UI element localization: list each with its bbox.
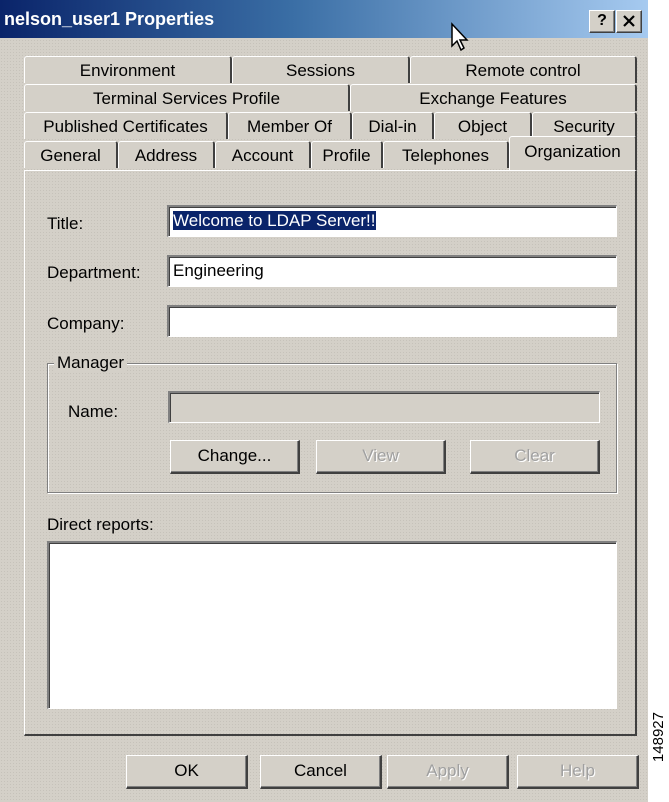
tab-sessions[interactable]: Sessions	[232, 56, 410, 83]
manager-group-label: Manager	[54, 353, 128, 373]
properties-dialog: nelson_user1 Properties ? Environment Se…	[0, 0, 648, 802]
apply-button[interactable]: Apply	[387, 755, 509, 789]
tab-telephones[interactable]: Telephones	[383, 141, 509, 168]
title-input-value: Welcome to LDAP Server!!	[173, 211, 376, 230]
clear-button[interactable]: Clear	[470, 440, 600, 474]
ok-button[interactable]: OK	[126, 755, 248, 789]
change-button[interactable]: Change...	[170, 440, 300, 474]
close-button[interactable]	[616, 10, 642, 33]
window-title: nelson_user1 Properties	[4, 9, 215, 29]
title-bar[interactable]: nelson_user1 Properties ?	[0, 0, 648, 38]
tab-environment[interactable]: Environment	[24, 56, 232, 83]
tab-security[interactable]: Security	[532, 112, 637, 139]
tab-address[interactable]: Address	[118, 141, 215, 168]
help-button[interactable]: Help	[517, 755, 639, 789]
help-title-button[interactable]: ?	[589, 10, 615, 33]
tab-remote-control[interactable]: Remote control	[410, 56, 637, 83]
tab-profile[interactable]: Profile	[311, 141, 383, 168]
manager-name-label: Name:	[68, 402, 119, 421]
company-input[interactable]	[167, 305, 617, 337]
department-label: Department:	[47, 263, 141, 282]
manager-name-field	[168, 391, 600, 423]
close-icon	[623, 15, 635, 27]
mouse-cursor-icon	[451, 22, 469, 52]
tab-account[interactable]: Account	[215, 141, 311, 168]
figure-id: 148927	[650, 712, 667, 763]
title-input[interactable]: Welcome to LDAP Server!!	[167, 205, 617, 237]
tab-exchange-features[interactable]: Exchange Features	[350, 84, 637, 111]
tab-member-of[interactable]: Member Of	[228, 112, 352, 139]
tab-general[interactable]: General	[24, 141, 118, 168]
organization-tab-panel: Title: Welcome to LDAP Server!! Departme…	[24, 170, 637, 736]
tab-terminal-services-profile[interactable]: Terminal Services Profile	[24, 84, 350, 111]
tab-dial-in[interactable]: Dial-in	[352, 112, 434, 139]
tab-organization[interactable]: Organization	[509, 136, 637, 170]
department-input[interactable]: Engineering	[167, 255, 617, 287]
view-button[interactable]: View	[316, 440, 446, 474]
manager-group: Manager Name: Change... View Clear	[47, 353, 617, 493]
direct-reports-list[interactable]	[47, 541, 617, 709]
title-label: Title:	[47, 214, 84, 233]
direct-reports-label: Direct reports:	[47, 515, 154, 534]
cancel-button[interactable]: Cancel	[260, 755, 382, 789]
tab-object[interactable]: Object	[434, 112, 532, 139]
company-label: Company:	[47, 314, 125, 333]
tab-published-certificates[interactable]: Published Certificates	[24, 112, 228, 139]
